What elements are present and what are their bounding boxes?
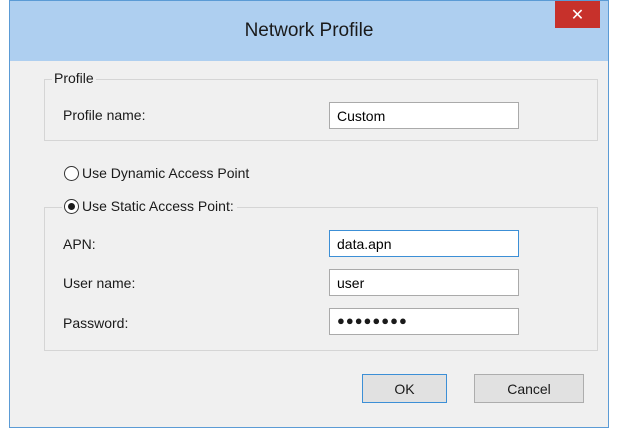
static-access-point-label: Use Static Access Point: — [82, 198, 234, 214]
apn-input[interactable] — [329, 230, 519, 257]
static-access-point-option[interactable]: Use Static Access Point: — [62, 198, 237, 214]
close-icon: ✕ — [570, 6, 585, 24]
ok-button[interactable]: OK — [362, 374, 447, 403]
close-button[interactable]: ✕ — [555, 1, 600, 28]
dialog-content: Profile Profile name: Use Dynamic Access… — [18, 61, 600, 419]
dynamic-access-point-option[interactable]: Use Dynamic Access Point — [64, 165, 249, 181]
title-bar[interactable]: Network Profile ✕ — [10, 1, 608, 61]
apn-label: APN: — [63, 236, 96, 252]
dynamic-access-point-label: Use Dynamic Access Point — [82, 165, 250, 181]
dynamic-access-point-radio[interactable] — [64, 165, 79, 181]
profile-group-label: Profile — [52, 70, 96, 86]
user-name-input[interactable] — [329, 269, 519, 296]
network-profile-dialog: Network Profile ✕ Profile Profile name: … — [9, 0, 609, 428]
dialog-title: Network Profile — [244, 20, 374, 41]
cancel-button[interactable]: Cancel — [474, 374, 584, 403]
static-access-point-radio[interactable] — [64, 198, 79, 214]
profile-name-label: Profile name: — [63, 107, 146, 123]
password-input[interactable]: ●●●●●●●● — [329, 308, 519, 335]
password-label: Password: — [63, 315, 129, 331]
profile-name-input[interactable] — [329, 102, 519, 129]
user-name-label: User name: — [63, 275, 136, 291]
